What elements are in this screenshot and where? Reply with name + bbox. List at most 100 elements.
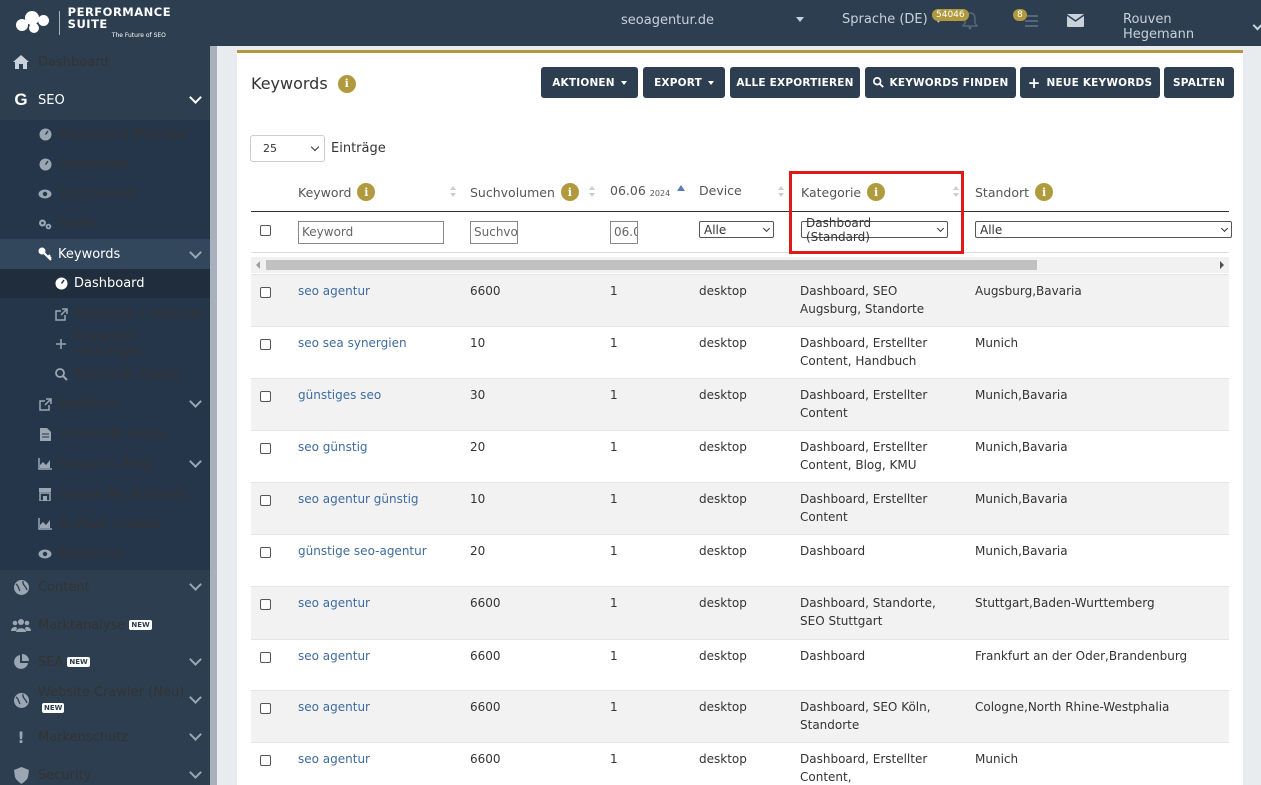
sidebar-item-backlinks[interactable]: Backlinks — [0, 394, 210, 414]
page-size-select[interactable]: 25 — [250, 135, 325, 162]
language-selector[interactable]: Sprache (DE) — [842, 12, 944, 27]
row-checkbox[interactable] — [260, 495, 271, 506]
scrollbar-thumb[interactable] — [266, 260, 1037, 270]
domain-caret-icon[interactable] — [796, 17, 804, 22]
sort-icon[interactable] — [589, 186, 595, 198]
rank-cell: 1 — [610, 336, 618, 350]
sidebar-item-sea[interactable]: SEA NEW — [0, 651, 210, 673]
sidebar-item-seo[interactable]: G SEO — [0, 88, 210, 112]
keyword-cell[interactable]: günstiges seo — [298, 387, 381, 405]
export-all-button[interactable]: ALLE EXPORTIEREN — [730, 67, 860, 98]
find-keywords-button[interactable]: KEYWORDS FINDEN — [865, 67, 1016, 98]
plus-icon — [54, 337, 68, 351]
sidebar-item-website-crawler[interactable]: Website Crawler (Neu)NEW — [0, 685, 210, 713]
location-cell: Munich — [975, 752, 1019, 766]
sidebar-item-keywords-finden[interactable]: Keywords finden — [0, 364, 210, 384]
row-checkbox[interactable] — [260, 443, 271, 454]
sidebar-item-sichtbarkeit[interactable]: Sichtbarkeit — [0, 184, 210, 204]
device-filter-select[interactable]: Alle — [699, 221, 774, 238]
sidebar-item-gewinner-verlierer[interactable]: Gewinner / Verlierer — [0, 304, 210, 324]
chevron-down-icon — [189, 91, 202, 104]
info-icon[interactable]: i — [560, 183, 579, 201]
mail-icon[interactable] — [1067, 14, 1084, 27]
sidebar-item-onpage-crawler[interactable]: OnPage Crawler — [0, 514, 210, 534]
sidebar-item-content[interactable]: Content — [0, 576, 210, 598]
scroll-right-icon[interactable] — [1220, 261, 1224, 269]
category-cell: Dashboard — [800, 649, 866, 663]
column-header-date[interactable]: 06.06 2024 — [610, 183, 670, 198]
sort-icon[interactable] — [778, 186, 784, 198]
row-checkbox[interactable] — [260, 755, 271, 766]
keyword-cell[interactable]: seo agentur günstig — [298, 491, 419, 509]
sidebar-item-keywords[interactable]: Keywords — [0, 239, 210, 269]
row-checkbox[interactable] — [260, 391, 271, 402]
category-cell: Dashboard, Erstellter Content, Handbuch — [800, 336, 928, 368]
sort-icon[interactable] — [450, 186, 456, 198]
new-badge: NEW — [42, 702, 65, 713]
user-menu[interactable]: Rouven Hegemann — [1123, 12, 1261, 42]
table-row: seo agentur 6600 1 desktop Dashboard Frankfur… — [251, 639, 1229, 690]
sidebar-item-keywords-hinzufuegen[interactable]: Keywords hinzufügen — [0, 329, 210, 359]
sidebar-item-dashboard[interactable]: Dashboard — [0, 50, 210, 74]
chevron-down-icon — [189, 578, 202, 591]
chevron-down-icon — [1220, 224, 1229, 232]
dashboard-gauge-icon — [38, 127, 52, 141]
keyword-cell[interactable]: seo günstig — [298, 439, 368, 457]
chevron-down-icon — [189, 766, 202, 779]
column-header-volume[interactable]: Suchvolumen i — [470, 183, 579, 201]
sidebar-item-keywords-dashboard[interactable]: Dashboard — [0, 269, 210, 298]
sidebar-item-dashboard-manager[interactable]: Dashboard Manager — [0, 124, 210, 144]
globe-icon — [11, 577, 31, 597]
sidebar-item-indexierte-seiten[interactable]: Indexierte Seiten — [0, 424, 210, 444]
keyword-cell[interactable]: günstige seo-agentur — [298, 543, 427, 561]
keyword-cell[interactable]: seo agentur — [298, 648, 370, 666]
row-checkbox[interactable] — [260, 599, 271, 610]
keyword-cell[interactable]: seo agentur — [298, 595, 370, 613]
column-header-device[interactable]: Device — [699, 183, 742, 198]
sidebar-item-robots-txt[interactable]: Robots.txt — [0, 544, 210, 564]
sidebar-item-markenschutz[interactable]: ! Markenschutz — [0, 726, 210, 748]
new-keywords-button[interactable]: + NEUE KEYWORDS — [1020, 67, 1160, 98]
logo-icon — [16, 9, 49, 37]
chevron-down-icon — [762, 224, 771, 232]
select-all-checkbox[interactable] — [260, 225, 271, 236]
sidebar-scrollbar[interactable] — [210, 46, 217, 785]
brand-logo[interactable]: Performance Suite The Future of SEO — [0, 0, 210, 46]
row-checkbox[interactable] — [260, 652, 271, 663]
caret-down-icon — [707, 80, 714, 85]
sort-ascending-icon[interactable] — [677, 185, 685, 191]
export-button[interactable]: EXPORT — [643, 67, 725, 98]
scroll-left-icon[interactable] — [256, 261, 260, 269]
row-checkbox[interactable] — [260, 547, 271, 558]
row-checkbox[interactable] — [260, 339, 271, 350]
sidebar-item-google-my-business[interactable]: Google My Business — [0, 484, 210, 504]
sidebar-item-security[interactable]: Security — [0, 764, 210, 785]
keyword-cell[interactable]: seo agentur — [298, 699, 370, 717]
location-filter-select[interactable]: Alle — [975, 221, 1232, 238]
column-header-keyword[interactable]: Keyword i — [298, 183, 376, 201]
keyword-cell[interactable]: seo sea synergien — [298, 335, 407, 353]
info-icon[interactable]: i — [357, 183, 376, 201]
keyword-filter-input[interactable]: Keyword — [298, 221, 444, 244]
row-checkbox[interactable] — [260, 703, 271, 714]
volume-filter-input[interactable]: Suchvo — [470, 221, 518, 244]
device-cell: desktop — [699, 649, 747, 663]
actions-button[interactable]: AKTIONEN — [541, 67, 638, 98]
info-icon[interactable]: i — [1035, 183, 1054, 201]
sidebar-item-seo-dashboard[interactable]: Dashboard — [0, 154, 210, 174]
domain-selector[interactable]: seoagentur.de — [621, 13, 714, 28]
horizontal-scrollbar[interactable] — [251, 257, 1229, 273]
category-cell: Dashboard — [800, 544, 866, 558]
file-icon — [38, 427, 52, 441]
keyword-cell[interactable]: seo agentur — [298, 751, 370, 769]
date-filter-input[interactable]: 06.0 — [610, 221, 638, 244]
location-cell: Munich,Bavaria — [975, 492, 1068, 506]
sidebar-item-google-bing[interactable]: Google & Bing — [0, 454, 210, 474]
sidebar-item-traffic[interactable]: Traffic — [0, 214, 210, 234]
info-icon[interactable]: i — [337, 74, 356, 93]
sidebar-item-marktanalyse[interactable]: Marktanalyse NEW — [0, 614, 210, 636]
column-header-location[interactable]: Standort i — [975, 183, 1054, 201]
columns-button[interactable]: SPALTEN — [1164, 67, 1234, 98]
keyword-cell[interactable]: seo agentur — [298, 283, 370, 301]
row-checkbox[interactable] — [260, 287, 271, 298]
